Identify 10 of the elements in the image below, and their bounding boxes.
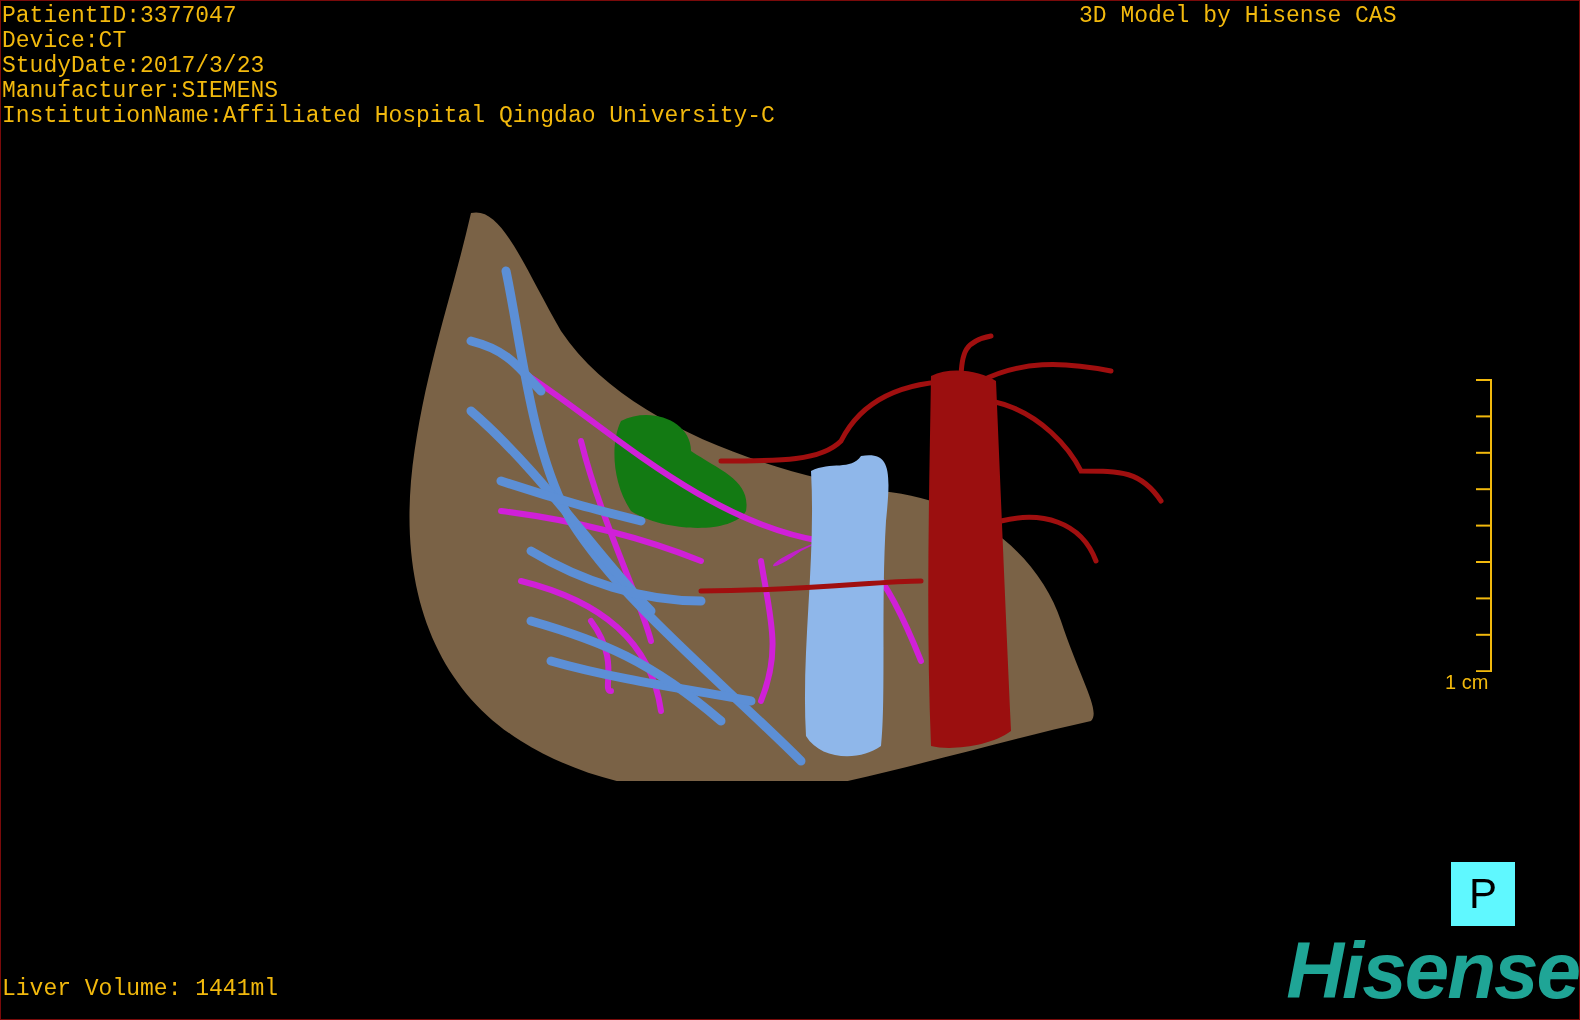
info-line: Device:CT xyxy=(2,29,128,54)
scale-label: 1 cm xyxy=(1445,671,1489,693)
info-line: PatientID:3377047 xyxy=(2,4,238,29)
orientation-button[interactable]: P xyxy=(1451,862,1515,926)
liver-volume: Liver Volume: 1441ml xyxy=(2,977,279,1002)
info-line: StudyDate:2017/3/23 xyxy=(2,54,266,79)
model-caption: 3D Model by Hisense CAS xyxy=(1079,4,1397,29)
info-line: InstitutionName:Affiliated Hospital Qingdao University-C xyxy=(2,104,775,129)
brand-logo: Hisense xyxy=(1286,931,1579,1011)
info-line: Manufacturer:SIEMENS xyxy=(2,79,280,104)
